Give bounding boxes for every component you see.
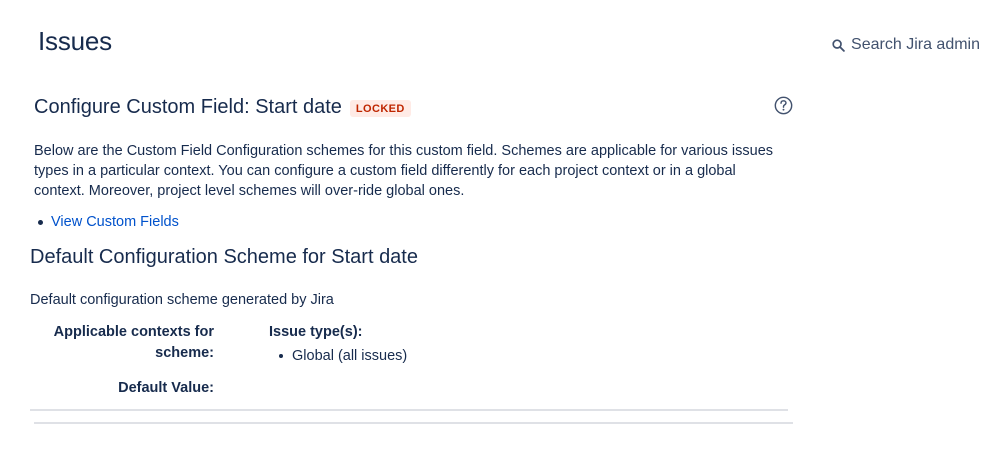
- page-title: Issues: [38, 26, 112, 56]
- view-custom-fields-link[interactable]: View Custom Fields: [51, 214, 179, 230]
- search-icon: [832, 38, 845, 52]
- divider: [30, 409, 788, 411]
- default-value-label: Default Value:: [118, 380, 214, 396]
- applicable-contexts-label: Applicable contexts for scheme:: [30, 322, 214, 364]
- scheme-title: Default Configuration Scheme for Start d…: [30, 246, 418, 268]
- custom-field-title: Configure Custom Field: Start date: [34, 96, 342, 118]
- locked-badge: LOCKED: [349, 100, 411, 117]
- bullet-icon: [279, 354, 283, 358]
- scheme-description: Default configuration scheme generated b…: [30, 292, 334, 308]
- operations-list: View Custom Fields: [34, 214, 179, 230]
- list-item: Global (all issues): [279, 348, 407, 364]
- issue-types-list: Global (all issues): [279, 348, 407, 364]
- issue-types-heading: Issue type(s):: [269, 324, 363, 340]
- custom-field-description: Below are the Custom Field Configuration…: [34, 143, 774, 199]
- applicable-contexts-label-line1: Applicable contexts for: [53, 324, 214, 340]
- admin-page: Issues Search Jira admin Configure Custo…: [0, 0, 999, 461]
- search-jira-admin-label: Search Jira admin: [851, 36, 980, 53]
- list-item: View Custom Fields: [34, 214, 179, 230]
- search-jira-admin-button[interactable]: Search Jira admin: [832, 36, 980, 54]
- divider: [34, 422, 793, 424]
- applicable-contexts-label-line2: scheme:: [155, 345, 214, 361]
- help-icon[interactable]: [774, 96, 793, 115]
- custom-field-header: Configure Custom Field: Start date LOCKE…: [34, 96, 411, 119]
- issue-type-label: Global (all issues): [292, 348, 408, 364]
- bullet-icon: [38, 219, 43, 225]
